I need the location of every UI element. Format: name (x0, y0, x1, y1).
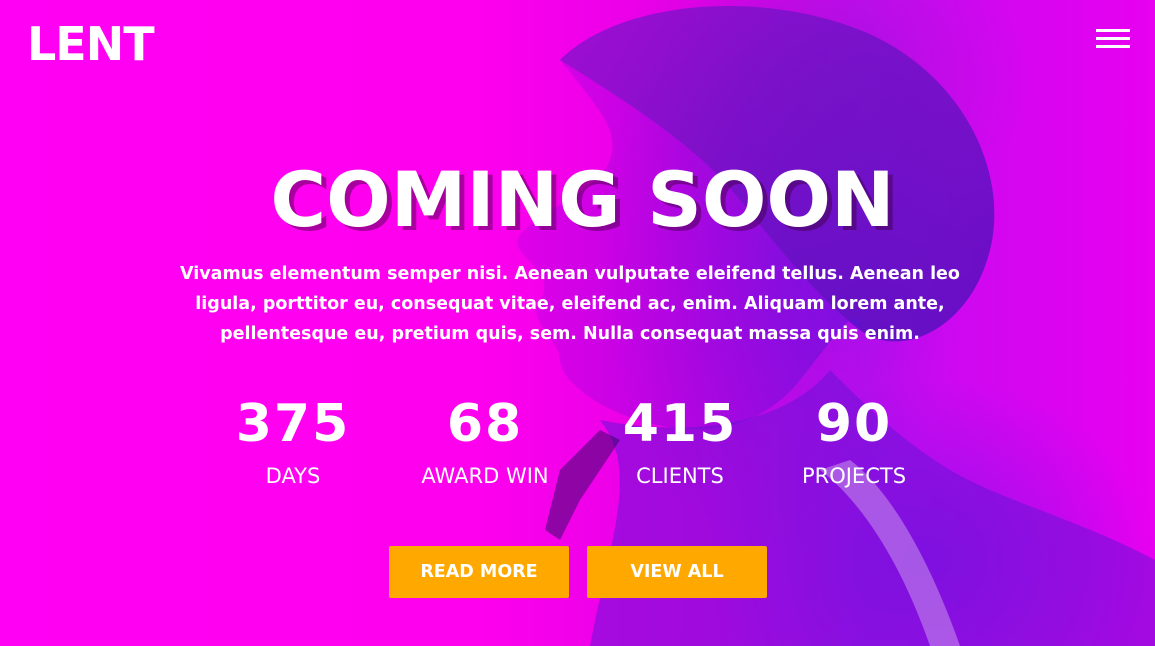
hamburger-menu-icon[interactable] (1094, 27, 1132, 51)
stat-label: DAYS (265, 464, 321, 488)
stat-label: AWARD WIN (421, 464, 549, 488)
menu-bar (1096, 29, 1130, 32)
hero-description: Vivamus elementum semper nisi. Aenean vu… (180, 264, 960, 344)
read-more-button[interactable]: READ MORE (389, 546, 569, 598)
hero-section: LENT COMING SOON Vivamus elementum sempe… (0, 0, 1155, 646)
stat-number: 415 (622, 394, 738, 454)
page-title: COMING SOON (270, 155, 895, 244)
stat-label: CLIENTS (636, 464, 724, 488)
stat-label: PROJECTS (801, 464, 907, 488)
stat-days: 375 DAYS (203, 392, 383, 490)
menu-bar (1096, 37, 1130, 40)
view-all-button[interactable]: VIEW ALL (587, 546, 767, 598)
stat-projects: 90 PROJECTS (764, 392, 944, 490)
site-logo[interactable]: LENT (27, 14, 155, 74)
stat-number: 375 (235, 394, 351, 454)
menu-bar (1096, 45, 1130, 48)
stat-award-win: 68 AWARD WIN (395, 392, 575, 490)
stat-number: 68 (446, 394, 524, 454)
stat-clients: 415 CLIENTS (590, 392, 770, 490)
stat-number: 90 (815, 394, 893, 454)
stats-counter: 375 DAYS 68 AWARD WIN 415 CLIENTS 90 PRO… (0, 392, 1155, 502)
